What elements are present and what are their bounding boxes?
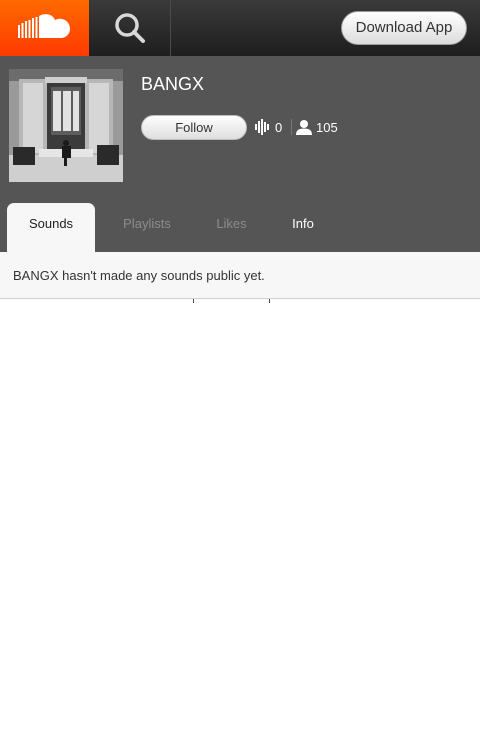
profile-username: BANGX bbox=[141, 74, 205, 94]
soundcloud-cloud-icon bbox=[18, 14, 70, 39]
tracks-count: 0 bbox=[275, 119, 283, 135]
avatar-image bbox=[9, 69, 123, 182]
tab-likes[interactable]: Likes bbox=[194, 203, 269, 252]
tab-info[interactable]: Info bbox=[270, 203, 336, 252]
search-button[interactable] bbox=[89, 0, 171, 56]
followers-stat[interactable]: 105 bbox=[296, 117, 338, 137]
follow-button[interactable]: Follow bbox=[141, 115, 247, 140]
person-icon bbox=[296, 120, 312, 135]
tab-playlists[interactable]: Playlists bbox=[101, 203, 193, 252]
waveform-icon bbox=[255, 119, 269, 135]
empty-sounds-message: BANGX hasn't made any sounds public yet. bbox=[13, 268, 265, 283]
profile-avatar[interactable] bbox=[9, 69, 123, 182]
stat-divider bbox=[291, 119, 292, 135]
download-app-button[interactable]: Download App bbox=[341, 11, 467, 45]
soundcloud-logo-button[interactable] bbox=[0, 0, 89, 56]
search-icon bbox=[115, 13, 145, 43]
followers-count: 105 bbox=[316, 119, 338, 135]
tab-sounds[interactable]: Sounds bbox=[7, 203, 95, 252]
tracks-stat[interactable]: 0 bbox=[255, 117, 282, 137]
top-bar: Download App bbox=[0, 0, 480, 56]
empty-sounds-row: BANGX hasn't made any sounds public yet. bbox=[0, 252, 480, 299]
